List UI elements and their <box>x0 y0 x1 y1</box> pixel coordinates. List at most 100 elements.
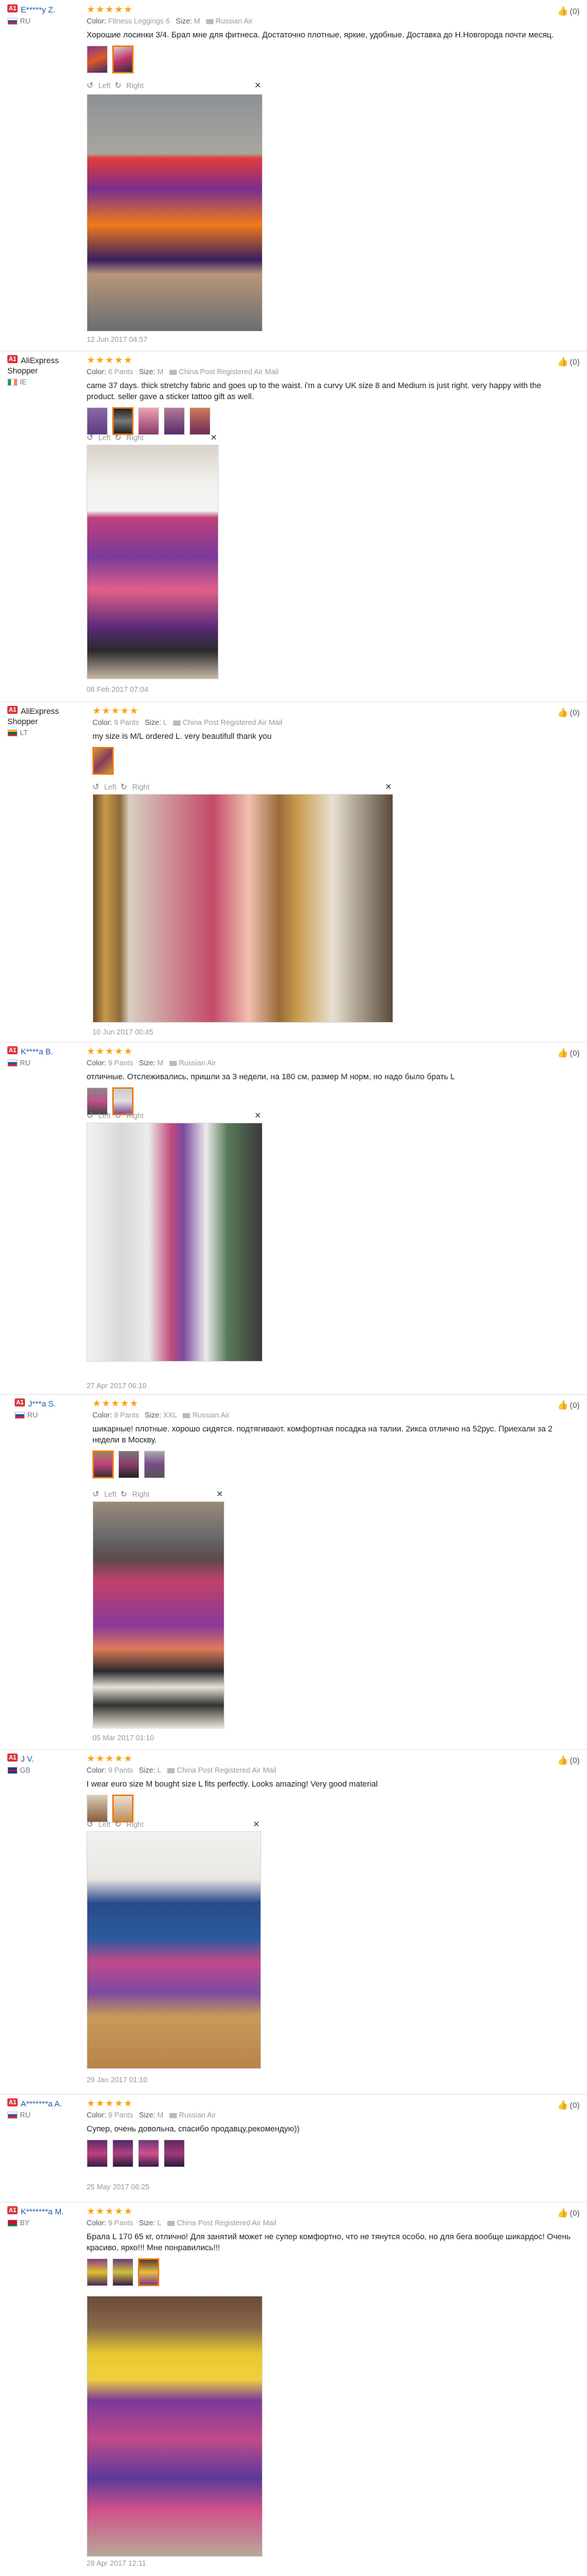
rotate-right-icon[interactable]: ↻ <box>120 782 132 792</box>
rotate-left-label[interactable]: Left <box>98 82 111 90</box>
helpful-button[interactable]: 👍 (0) <box>558 6 580 16</box>
image-viewer: ↺ Left ↻ Right ✕ <box>87 81 263 91</box>
review-date: 25 May 2017 06:25 <box>87 2183 150 2192</box>
review-item: A1 AliExpress Shopper LT ★★★★★ Color: 9 P… <box>0 701 587 1043</box>
close-icon[interactable]: ✕ <box>253 1820 260 1829</box>
rotate-left-label[interactable]: Left <box>104 1491 117 1499</box>
color-label: Color: <box>87 2219 106 2227</box>
rotate-right-label[interactable]: Right <box>126 1821 143 1829</box>
rotate-left-icon[interactable]: ↺ <box>92 1489 104 1499</box>
rotate-right-icon[interactable]: ↻ <box>114 433 126 442</box>
close-icon[interactable]: ✕ <box>216 1489 223 1499</box>
rotate-left-icon[interactable]: ↺ <box>87 1820 98 1829</box>
helpful-count: (0) <box>569 2209 580 2218</box>
helpful-button[interactable]: 👍 (0) <box>558 2208 580 2218</box>
close-icon[interactable]: ✕ <box>211 433 217 442</box>
close-icon[interactable]: ✕ <box>255 1111 261 1120</box>
rotate-left-icon[interactable]: ↺ <box>92 782 104 792</box>
size-label: Size: <box>175 18 192 26</box>
rotate-left-label[interactable]: Left <box>98 434 111 442</box>
shipping-icon <box>205 18 214 24</box>
review-thumbnail[interactable] <box>112 45 134 73</box>
reviewer-name[interactable]: J V. <box>21 1755 34 1764</box>
country-flag-icon <box>7 1767 18 1775</box>
rotate-right-icon[interactable]: ↻ <box>114 81 126 90</box>
review-photo <box>87 2296 263 2557</box>
shipping-icon <box>167 1767 175 1773</box>
review-thumbnail[interactable] <box>144 1451 165 1478</box>
review-thumbnail[interactable] <box>87 45 108 73</box>
review-thumbnail[interactable] <box>87 2258 108 2286</box>
review-date: 28 Apr 2017 12:11 <box>87 2560 146 2568</box>
review-thumbnail[interactable] <box>87 407 108 435</box>
reviewer-name[interactable]: E*****y Z. <box>21 6 55 15</box>
review-thumbnail[interactable] <box>138 2139 159 2167</box>
rating-stars: ★★★★★ <box>87 4 134 15</box>
rating-stars: ★★★★★ <box>92 705 139 716</box>
review-thumbnail[interactable] <box>138 407 159 435</box>
review-thumbnail[interactable] <box>112 1795 134 1822</box>
close-icon[interactable]: ✕ <box>385 782 392 792</box>
image-viewer: ↺ Left ↻ Right ✕ <box>87 1111 263 1121</box>
rotate-right-label[interactable]: Right <box>132 1491 149 1499</box>
rotate-left-label[interactable]: Left <box>98 1821 111 1829</box>
country-flag-icon <box>7 2219 18 2227</box>
reviewer-name[interactable]: J***a S. <box>28 1400 56 1409</box>
rotate-left-label[interactable]: Left <box>104 784 117 792</box>
helpful-button[interactable]: 👍 (0) <box>558 707 580 718</box>
rotate-right-icon[interactable]: ↻ <box>114 1111 126 1120</box>
image-viewer: ↺ Left ↻ Right ✕ <box>92 782 393 792</box>
thumbs-up-icon: 👍 <box>557 1400 569 1410</box>
review-thumbnail[interactable] <box>189 407 211 435</box>
review-thumbnail[interactable] <box>112 407 134 435</box>
reviewer-name[interactable]: K****a B. <box>21 1048 53 1057</box>
review-thumbnail[interactable] <box>138 2258 159 2286</box>
review-thumbnail[interactable] <box>118 1451 139 1478</box>
review-text: отличные. Отслеживались, пришли за 3 нед… <box>87 1073 455 1081</box>
country-flag-icon <box>7 1059 18 1068</box>
country-code: RU <box>20 2112 31 2120</box>
reviewer-name[interactable]: K*******a M. <box>21 2208 64 2216</box>
color-value: 9 Pants <box>108 2219 134 2227</box>
helpful-button[interactable]: 👍 (0) <box>558 357 580 367</box>
helpful-button[interactable]: 👍 (0) <box>558 2100 580 2110</box>
rotate-left-icon[interactable]: ↺ <box>87 433 98 442</box>
level-badge: A1 <box>7 1754 18 1762</box>
review-thumbnail[interactable] <box>164 2139 185 2167</box>
helpful-count: (0) <box>569 1401 580 1410</box>
review-thumbnail[interactable] <box>164 407 185 435</box>
reviewer-name[interactable]: A*******a A. <box>21 2100 62 2109</box>
helpful-button[interactable]: 👍 (0) <box>558 1048 580 1058</box>
review-thumbnail[interactable] <box>92 747 114 775</box>
shipping-method: China Post Registered Air Mail <box>182 719 282 727</box>
size-label: Size: <box>145 719 161 727</box>
reviewer-info: A1 AliExpress Shopper LT <box>7 706 81 737</box>
review-thumbnail[interactable] <box>87 1795 108 1822</box>
rotate-right-label[interactable]: Right <box>126 82 143 90</box>
review-thumbnail[interactable] <box>87 2139 108 2167</box>
shipping-method: Russian Air <box>178 1059 216 1068</box>
review-thumbnail[interactable] <box>112 2139 134 2167</box>
review-thumbnail[interactable] <box>92 1451 114 1478</box>
rating-stars: ★★★★★ <box>87 1753 134 1764</box>
shipping-icon <box>183 1412 191 1418</box>
color-value: 9 Pants <box>108 1059 134 1068</box>
rotate-right-label[interactable]: Right <box>126 1112 143 1120</box>
rotate-left-label[interactable]: Left <box>98 1112 111 1120</box>
helpful-button[interactable]: 👍 (0) <box>558 1755 580 1765</box>
rotate-left-icon[interactable]: ↺ <box>87 1111 98 1120</box>
level-badge: A1 <box>7 706 18 714</box>
level-badge: A1 <box>7 2098 18 2106</box>
rotate-right-label[interactable]: Right <box>132 784 149 792</box>
helpful-button[interactable]: 👍 (0) <box>558 1400 580 1410</box>
size-value: M <box>157 368 164 376</box>
rotate-right-icon[interactable]: ↻ <box>120 1489 132 1499</box>
close-icon[interactable]: ✕ <box>255 81 261 90</box>
size-label: Size: <box>139 1059 156 1068</box>
review-thumbnail[interactable] <box>112 2258 134 2286</box>
review-text: Супер, очень довольна, спасибо продавцу,… <box>87 2125 300 2134</box>
color-label: Color: <box>92 719 112 727</box>
rotate-left-icon[interactable]: ↺ <box>87 81 98 90</box>
rotate-right-icon[interactable]: ↻ <box>114 1820 126 1829</box>
rotate-right-label[interactable]: Right <box>126 434 143 442</box>
